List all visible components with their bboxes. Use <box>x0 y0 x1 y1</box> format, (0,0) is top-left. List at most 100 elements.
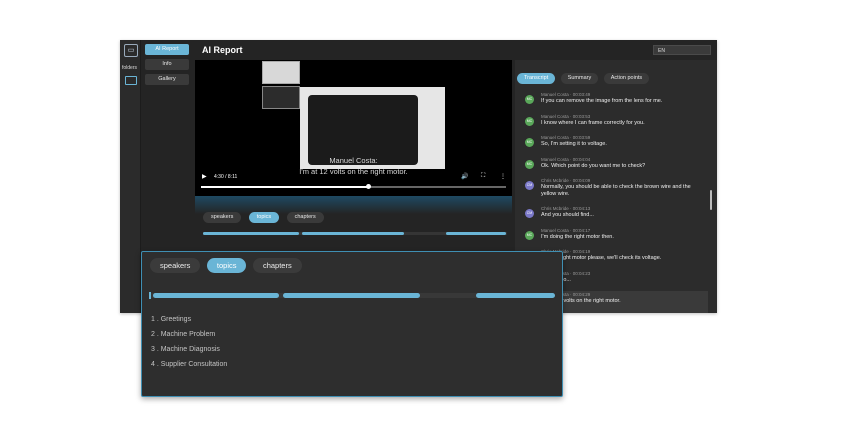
tab-summary[interactable]: Summary <box>560 73 599 84</box>
timeline-segment[interactable] <box>153 293 279 298</box>
speaker-name: Manuel Costa <box>541 227 569 233</box>
transcript-message[interactable]: CM Chris Mcbride · 00:04:09 Normally, you … <box>523 177 708 205</box>
tab-action-points[interactable]: Action points <box>603 73 650 84</box>
tab-speakers[interactable]: speakers <box>203 212 242 223</box>
message-time: 00:04:13 <box>572 206 591 211</box>
tab-transcript[interactable]: Transcript <box>517 73 556 84</box>
side-menu: AI Report Info Gallery <box>145 44 189 89</box>
chapter-item[interactable]: 3 . Machine Diagnosis <box>151 342 227 357</box>
panel-tabs: Transcript Summary Action points <box>517 66 650 84</box>
subtitle-speaker: Manuel Costa: <box>329 156 378 165</box>
transcript-message[interactable]: MC Manuel Costa · 00:03:49 If you can remo… <box>523 91 708 113</box>
speaker-name: Manuel Costa <box>541 135 569 140</box>
message-time: 00:04:17 <box>572 227 591 233</box>
message-text: Put the right motor please, we'll check … <box>541 255 662 261</box>
chapter-item[interactable]: 4 . Supplier Consultation <box>151 357 227 372</box>
speaker-name: Manuel Costa <box>541 92 569 97</box>
transcript-message[interactable]: MC Manuel Costa · 00:04:17 I'm doing the r… <box>523 227 708 249</box>
message-text: I'm doing the right motor then. <box>541 233 614 240</box>
avatar: CM <box>525 209 534 218</box>
message-meta: Manuel Costa · 00:04:04 <box>541 156 591 162</box>
message-meta: Chris Mcbride · 00:04:09 <box>541 178 591 183</box>
avatar: MC <box>525 138 534 147</box>
message-time: 00:03:49 <box>572 92 591 97</box>
timeline-segment[interactable] <box>446 232 506 235</box>
menu-info[interactable]: Info <box>145 59 189 70</box>
transcript-message[interactable]: CM Chris Mcbride · 00:04:13 And you should… <box>523 205 708 227</box>
left-rail: ▭ folders <box>120 40 141 313</box>
video-progress-bar[interactable] <box>201 184 506 189</box>
message-time: 00:04:23 <box>572 270 591 276</box>
tab-topics[interactable]: topics <box>248 212 280 223</box>
video-progress-fill <box>201 186 369 188</box>
fullscreen-icon[interactable]: ⛶ <box>481 173 485 180</box>
message-text: I know where I can frame correctly for y… <box>541 119 645 126</box>
timeline-segment[interactable] <box>302 232 404 235</box>
message-time: 00:03:53 <box>572 113 591 119</box>
message-meta: Manuel Costa · 00:03:59 <box>541 135 591 140</box>
folder-open-icon[interactable]: ▭ <box>124 44 138 57</box>
popup-tab-topics[interactable]: topics <box>206 258 247 273</box>
message-text: I'm at 12 volts on the right motor. <box>541 298 621 304</box>
message-meta: Manuel Costa · 00:04:17 <box>541 227 591 233</box>
chapter-item[interactable]: 2 . Machine Problem <box>151 327 227 342</box>
video-player[interactable]: Manuel Costa: I'm at 12 volts on the rig… <box>195 60 512 196</box>
timeline-segment[interactable] <box>283 293 420 298</box>
volume-icon[interactable]: 🔊 <box>461 173 468 180</box>
popup-topic-timeline[interactable] <box>149 292 555 299</box>
timeline-tabs: speakers topics chapters <box>203 205 327 223</box>
tab-chapters[interactable]: chapters <box>286 212 324 223</box>
popup-tab-chapters[interactable]: chapters <box>252 258 302 273</box>
speaker-name: Chris Mcbride <box>541 178 569 183</box>
transcript-message[interactable]: MC Manuel Costa · 00:03:53 I know where I … <box>523 113 708 135</box>
page-title: AI Report <box>202 45 243 55</box>
message-meta: Manuel Costa · 00:03:49 <box>541 92 591 97</box>
topics-popup: speakers topics chapters 1 . Greetings 2… <box>141 251 563 397</box>
speaker-name: Manuel Costa <box>541 113 569 119</box>
scrollbar[interactable] <box>710 190 712 210</box>
video-controls: ▶ 4:30 / 8:11 🔊 ⛶ ⋮ <box>195 172 512 196</box>
more-icon[interactable]: ⋮ <box>500 173 506 180</box>
thumbnail <box>262 61 300 84</box>
message-time: 00:04:09 <box>572 178 591 183</box>
topic-timeline[interactable] <box>203 232 507 235</box>
message-time: 00:04:19 <box>572 249 591 254</box>
avatar: MC <box>525 116 534 126</box>
avatar: MC <box>525 95 534 104</box>
popup-tab-speakers[interactable]: speakers <box>150 258 201 273</box>
transcript-message[interactable]: MC Manuel Costa · 00:03:59 So, I'm setting… <box>523 134 708 156</box>
menu-gallery[interactable]: Gallery <box>145 74 189 85</box>
avatar: CM <box>525 181 534 190</box>
video-time: 4:30 / 8:11 <box>214 174 238 180</box>
timeline-segment[interactable] <box>203 232 299 235</box>
message-text: And you should find... <box>541 212 594 218</box>
video-progress-handle[interactable] <box>366 184 372 189</box>
transcript-message[interactable]: MC Manuel Costa · 00:04:04 Ok. Which point… <box>523 156 708 178</box>
device-image <box>308 95 418 165</box>
message-text: Normally, you should be able to check th… <box>541 184 691 197</box>
message-text: Ok. Which point do you want me to check? <box>541 162 646 169</box>
play-icon[interactable]: ▶ <box>202 173 207 180</box>
message-meta: Chris Mcbride · 00:04:13 <box>541 206 591 211</box>
message-time: 00:04:29 <box>572 292 591 297</box>
folder-icon[interactable] <box>125 76 137 85</box>
speaker-name: Chris Mcbride <box>541 206 569 211</box>
message-text: If you can remove the image from the len… <box>541 98 663 104</box>
chapter-item[interactable]: 1 . Greetings <box>151 312 227 327</box>
message-time: 00:03:59 <box>572 135 591 140</box>
language-select[interactable]: EN <box>653 45 711 55</box>
avatar: MC <box>525 230 534 240</box>
video-thumbnails <box>262 61 300 111</box>
message-meta: Manuel Costa · 00:03:53 <box>541 113 591 119</box>
folders-label: folders <box>122 65 138 71</box>
speaker-name: Manuel Costa <box>541 156 569 162</box>
message-time: 00:04:04 <box>572 156 591 162</box>
chapter-list: 1 . Greetings 2 . Machine Problem 3 . Ma… <box>151 312 227 372</box>
menu-ai-report[interactable]: AI Report <box>145 44 189 55</box>
timeline-segment[interactable] <box>476 293 555 298</box>
avatar: MC <box>525 159 534 169</box>
popup-tabs: speakers topics chapters <box>150 255 304 273</box>
timeline-start-marker <box>149 292 151 299</box>
message-text: So, I'm setting it to voltage. <box>541 141 607 147</box>
thumbnail <box>262 86 300 109</box>
